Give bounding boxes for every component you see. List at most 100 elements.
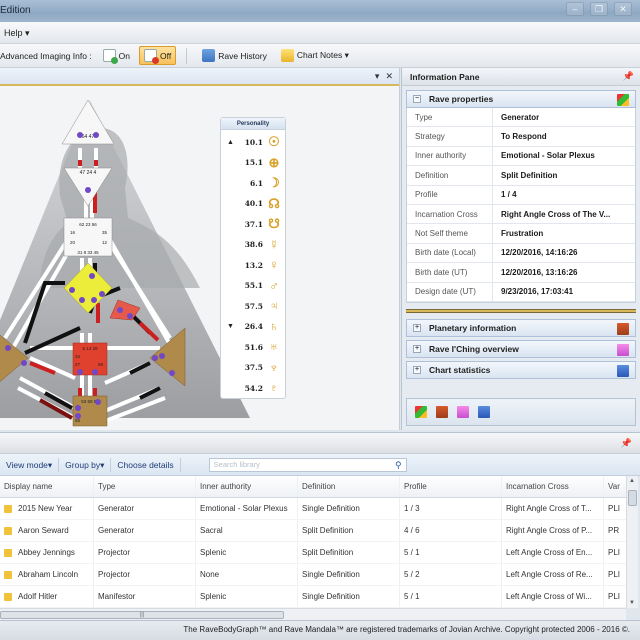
library-search-input[interactable]: Search library ⚲ — [208, 457, 407, 472]
column-header[interactable]: Incarnation Cross — [502, 476, 604, 497]
sun-icon: ☉ — [268, 134, 280, 149]
rave-properties-header[interactable]: − Rave properties — [406, 90, 636, 108]
display-name: Abbey Jennings — [18, 548, 75, 557]
column-header[interactable]: Display name — [0, 476, 94, 497]
table-cell: Split Definition — [298, 542, 400, 563]
title-bar: Edition – ❐ ✕ — [0, 0, 640, 22]
library-header: 📌 — [0, 432, 640, 454]
personality-row[interactable]: 15.1 ⊕ — [221, 153, 287, 173]
choose-details-button[interactable]: Choose details — [111, 457, 181, 472]
personality-row[interactable]: 51.6 ♅ — [221, 337, 287, 357]
personality-row[interactable]: 38.6 ☿ — [221, 235, 287, 255]
rave-properties-table: Type Generator Strategy To Respond Inner aut… — [406, 108, 636, 303]
personality-row[interactable]: 40.1 ☊ — [221, 194, 287, 214]
gate-activation — [21, 360, 27, 366]
mercury-icon: ☿ — [269, 236, 279, 252]
bodygraph[interactable]: 64 47 47 24 4 62 23 56 16 35 20 12 31 8 … — [0, 88, 398, 430]
table-row[interactable]: Aaron Seward Generator Sacral Split Definit… — [0, 520, 626, 542]
table-row[interactable]: Adolf Hitler Manifestor Splenic Single Defi… — [0, 586, 626, 608]
rave-properties-icon[interactable] — [415, 406, 427, 418]
search-icon[interactable]: ⚲ — [395, 459, 402, 471]
menu-help[interactable]: Help ▾ — [4, 28, 30, 39]
scroll-down-icon[interactable]: ▼ — [629, 600, 635, 606]
statistics-icon[interactable] — [478, 406, 490, 418]
expand-icon[interactable]: + — [413, 323, 421, 332]
close-button[interactable]: ✕ — [614, 2, 632, 16]
property-key: Definition — [407, 166, 493, 185]
minimize-button[interactable]: – — [566, 2, 584, 16]
on-label: On — [118, 50, 131, 61]
personality-row[interactable]: ▲ 10.1 ☉ — [221, 132, 287, 152]
panel-close-button[interactable]: ✕ — [385, 71, 393, 82]
personality-row[interactable]: 13.2 ♀ — [221, 255, 287, 275]
table-cell: Emotional - Solar Plexus — [196, 498, 298, 519]
pin-icon[interactable]: 📌 — [623, 71, 634, 82]
property-value: Generator — [501, 112, 540, 122]
personality-row[interactable]: ▼ 26.4 ♄ — [221, 317, 287, 337]
copyright-text: The RaveBodyGraph™ and Rave Mandala™ are… — [183, 625, 630, 634]
table-cell: Single Definition — [298, 586, 400, 607]
view-mode-button[interactable]: View mode▾ — [0, 457, 60, 472]
imaging-on-button[interactable]: On — [98, 46, 135, 65]
section-header[interactable]: + Rave I'Ching overview — [406, 339, 636, 358]
horizontal-scrollbar[interactable]: ||| — [0, 608, 626, 620]
bodygraph-area: 64 47 47 24 4 62 23 56 16 35 20 12 31 8 … — [0, 88, 398, 430]
gate-activation — [75, 413, 81, 419]
restore-button[interactable]: ❐ — [590, 2, 608, 16]
statistics-icon — [617, 364, 629, 377]
column-header[interactable]: Inner authority — [196, 476, 298, 497]
personality-row[interactable]: 37.1 ☋ — [221, 214, 287, 234]
property-key: Type — [407, 108, 493, 127]
notes-icon — [280, 49, 294, 62]
collapse-icon[interactable]: − — [413, 95, 421, 103]
column-header[interactable]: Var — [604, 476, 626, 497]
table-cell: Right Angle Cross of T... — [502, 498, 604, 519]
scroll-thumb[interactable]: ||| — [0, 611, 284, 619]
gate-activation — [127, 313, 133, 319]
personality-column: Personality ▲ 10.1 ☉ 15.1 ⊕ 6.1 ☽ 40.1 ☊ 37.1 ☋ 38.… — [220, 117, 286, 399]
personality-row[interactable]: 6.1 ☽ — [221, 173, 287, 193]
gate-activation — [77, 132, 83, 138]
table-cell: Abraham Lincoln — [0, 564, 94, 585]
pin-icon[interactable]: 📌 — [621, 438, 632, 449]
pane-splitter[interactable] — [406, 308, 636, 313]
table-row[interactable]: Abraham Lincoln Projector None Single Defin… — [0, 564, 626, 586]
group-by-button[interactable]: Group by▾ — [59, 457, 112, 472]
fixing-arrow-icon: ▲ — [227, 138, 234, 146]
column-header[interactable]: Profile — [400, 476, 502, 497]
gate-activation — [85, 187, 91, 193]
table-row[interactable]: 2015 New Year Generator Emotional - Solar … — [0, 498, 626, 520]
property-row: Strategy To Respond — [407, 127, 635, 147]
toolbar-separator — [186, 47, 188, 64]
scroll-thumb[interactable] — [628, 490, 637, 506]
section-header[interactable]: + Chart statistics — [406, 360, 636, 379]
imaging-off-button[interactable]: Off — [139, 46, 177, 65]
section-header[interactable]: + Planetary information — [406, 318, 636, 337]
chart-file-icon — [4, 570, 12, 579]
scroll-up-icon[interactable]: ▲ — [629, 478, 635, 484]
personality-row[interactable]: 54.2 ♇ — [221, 378, 287, 398]
rave-history-button[interactable]: Rave History — [197, 46, 272, 65]
expand-icon[interactable]: + — [413, 344, 421, 353]
chart-notes-button[interactable]: Chart Notes ▾ — [276, 46, 354, 65]
column-header[interactable]: Definition — [298, 476, 400, 497]
personality-row[interactable]: 37.5 ♆ — [221, 358, 287, 378]
personality-row[interactable]: 55.1 ♂ — [221, 276, 287, 296]
table-cell: 1 / 3 — [400, 498, 502, 519]
column-header[interactable]: Type — [94, 476, 196, 497]
off-label: Off — [160, 50, 172, 61]
vertical-scrollbar[interactable]: ▲ ▼ — [626, 476, 638, 608]
table-cell: Splenic — [196, 542, 298, 563]
panel-dropdown-button[interactable]: ▾ — [375, 71, 380, 82]
expand-icon[interactable]: + — [413, 365, 421, 374]
mars-icon: ♂ — [269, 277, 279, 293]
table-row[interactable]: Abbey Jennings Projector Splenic Split Defi… — [0, 542, 626, 564]
iching-icon[interactable] — [457, 406, 469, 418]
personality-row[interactable]: 57.5 ♃ — [221, 296, 287, 316]
menu-bar: Help ▾ — [0, 22, 640, 44]
throat-gate-left: 16 — [70, 230, 76, 235]
planetary-icon[interactable] — [436, 406, 448, 418]
information-pane: Information Pane 📌 − Rave properties Typ… — [401, 68, 640, 430]
table-cell: PLI — [608, 548, 621, 557]
section-icon-bar — [406, 398, 636, 426]
